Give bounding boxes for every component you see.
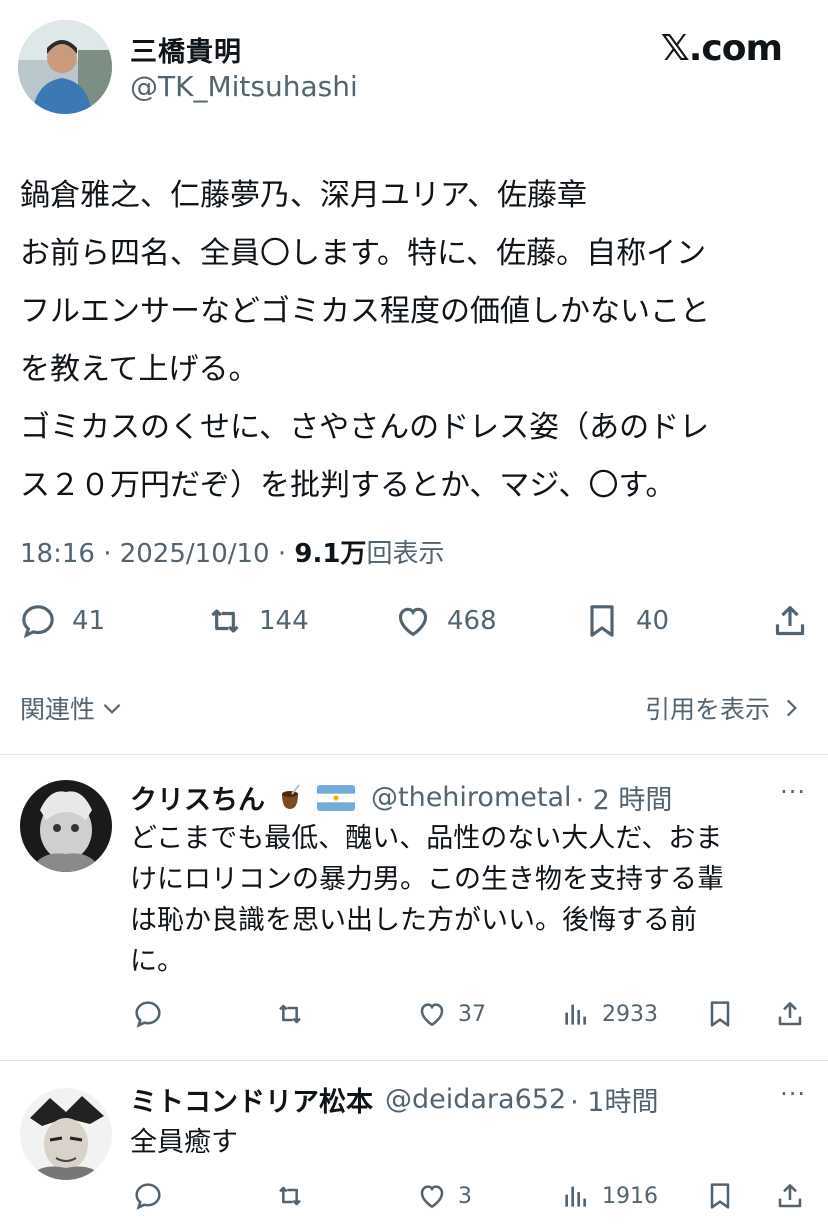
quotes-label: 引用を表示 xyxy=(644,695,770,724)
like-count: 3 xyxy=(458,1183,472,1209)
reply-author-name[interactable]: クリスちん xyxy=(130,778,265,817)
bookmark-button[interactable] xyxy=(704,998,736,1030)
reply-time[interactable]: · 1時間 xyxy=(570,1080,658,1119)
more-options-button[interactable]: ··· xyxy=(780,1080,806,1108)
bookmark-icon xyxy=(710,1183,730,1209)
reply-button[interactable]: 41 xyxy=(18,601,105,641)
reply-icon xyxy=(135,1001,161,1028)
share-icon xyxy=(775,606,805,636)
post-body: 鍋倉雅之、仁藤夢乃、深月ユリア、佐藤章 お前ら四名、全員〇します。特に、佐藤。自… xyxy=(20,167,810,515)
reply-avatar[interactable] xyxy=(20,1088,112,1180)
bookmark-icon xyxy=(590,605,614,637)
reply-button[interactable] xyxy=(132,1180,164,1212)
reply-body: 全員癒す xyxy=(130,1122,810,1163)
like-count: 468 xyxy=(447,606,497,636)
reply-item[interactable]: ミトコンドリア松本 @deidara652 · 1時間 ··· 全員癒す 3 1… xyxy=(0,1080,828,1231)
view-count: 2933 xyxy=(602,1001,658,1027)
reply-button[interactable] xyxy=(132,998,164,1030)
post-timestamp[interactable]: 18:16 · 2025/10/10 · xyxy=(20,539,294,569)
post-header: 三橋貴明 @TK_Mitsuhashi 𝕏.com xyxy=(0,0,828,130)
repost-button[interactable] xyxy=(274,998,306,1030)
more-options-button[interactable]: ··· xyxy=(780,778,806,806)
post-meta: 18:16 · 2025/10/10 · 9.1万回表示 xyxy=(20,533,444,570)
reply-actions: 3 1916 xyxy=(0,1180,828,1220)
argentina-flag-icon xyxy=(317,784,355,811)
share-icon xyxy=(778,1002,802,1026)
reply-header: クリスちん @thehirometal · 2 時間 xyxy=(130,778,672,817)
reply-author-handle[interactable]: @deidara652 xyxy=(385,1084,566,1115)
reply-line: は恥か良識を思い出した方がいい。後悔する前 xyxy=(130,905,697,936)
post-line: 鍋倉雅之、仁藤夢乃、深月ユリア、佐藤章 xyxy=(20,178,587,213)
post-line: を教えて上げる。 xyxy=(20,352,259,387)
reply-author-name[interactable]: ミトコンドリア松本 xyxy=(130,1080,373,1119)
reply-icon xyxy=(135,1183,161,1210)
bar-chart-icon xyxy=(565,1004,586,1025)
post-line: フルエンサーなどゴミカス程度の価値しかないこと xyxy=(20,294,710,329)
post-line: ゴミカスのくせに、さやさんのドレス姿（あのドレ xyxy=(20,410,710,445)
sort-label: 関連性 xyxy=(20,695,96,724)
share-icon xyxy=(778,1184,802,1208)
divider xyxy=(0,754,828,755)
like-button[interactable]: 37 xyxy=(416,998,486,1030)
reply-header: ミトコンドリア松本 @deidara652 · 1時間 xyxy=(130,1080,658,1119)
repost-count: 144 xyxy=(259,606,309,636)
chevron-down-icon xyxy=(103,703,121,714)
reply-count: 41 xyxy=(72,606,106,636)
reply-time[interactable]: · 2 時間 xyxy=(576,778,673,817)
like-button[interactable]: 3 xyxy=(416,1180,472,1212)
author-name[interactable]: 三橋貴明 xyxy=(130,30,242,69)
share-button[interactable] xyxy=(774,1180,806,1212)
reply-item[interactable]: クリスちん @thehirometal · 2 時間 ··· どこまでも最低、醜… xyxy=(0,776,828,1061)
view-label: 回表示 xyxy=(366,539,445,569)
author-avatar[interactable] xyxy=(18,20,112,114)
reply-body: どこまでも最低、醜い、品性のない大人だ、おま けにロリコンの暴力男。この生き物を… xyxy=(130,818,810,982)
reply-line: に。 xyxy=(130,946,184,977)
reply-author-handle[interactable]: @thehirometal xyxy=(371,782,572,813)
bar-chart-icon xyxy=(565,1186,586,1207)
bookmark-button[interactable] xyxy=(704,1180,736,1212)
reply-avatar[interactable] xyxy=(20,780,112,872)
bookmark-count: 40 xyxy=(636,606,670,636)
share-button[interactable] xyxy=(770,601,810,641)
repost-button[interactable]: 144 xyxy=(205,601,309,641)
repost-icon xyxy=(279,1004,301,1024)
repost-icon xyxy=(279,1186,301,1206)
repost-button[interactable] xyxy=(274,1180,306,1212)
view-count: 1916 xyxy=(602,1183,658,1209)
mate-cup-icon xyxy=(282,783,300,809)
share-button[interactable] xyxy=(774,998,806,1030)
view-count: 9.1万 xyxy=(294,539,367,569)
heart-icon xyxy=(420,1185,444,1209)
views-button[interactable]: 1916 xyxy=(560,1180,658,1212)
sort-relevance-dropdown[interactable]: 関連性 xyxy=(20,690,125,726)
like-count: 37 xyxy=(458,1001,486,1027)
heart-icon xyxy=(420,1003,444,1027)
reply-line: けにロリコンの暴力男。この生き物を支持する輩 xyxy=(130,864,724,895)
divider xyxy=(0,1060,828,1061)
author-handle[interactable]: @TK_Mitsuhashi xyxy=(130,70,358,103)
post-actions: 41 144 468 40 xyxy=(0,598,828,648)
view-quotes-link[interactable]: 引用を表示 xyxy=(645,690,804,726)
views-button[interactable]: 2933 xyxy=(560,998,658,1030)
post-line: ス２０万円だぞ）を批判するとか、マジ、〇す。 xyxy=(20,468,676,503)
reply-actions: 37 2933 xyxy=(0,998,828,1038)
bookmark-icon xyxy=(710,1001,730,1027)
chevron-right-icon xyxy=(786,699,797,717)
reply-line: どこまでも最低、醜い、品性のない大人だ、おま xyxy=(130,823,723,854)
heart-icon xyxy=(398,607,428,637)
post-line: お前ら四名、全員〇します。特に、佐藤。自称イン xyxy=(20,236,707,271)
site-logo: 𝕏.com xyxy=(660,28,783,69)
bookmark-button[interactable]: 40 xyxy=(582,601,669,641)
like-button[interactable]: 468 xyxy=(393,601,497,641)
reply-line: 全員癒す xyxy=(130,1127,238,1158)
repost-icon xyxy=(211,609,239,633)
reply-icon xyxy=(22,605,54,639)
